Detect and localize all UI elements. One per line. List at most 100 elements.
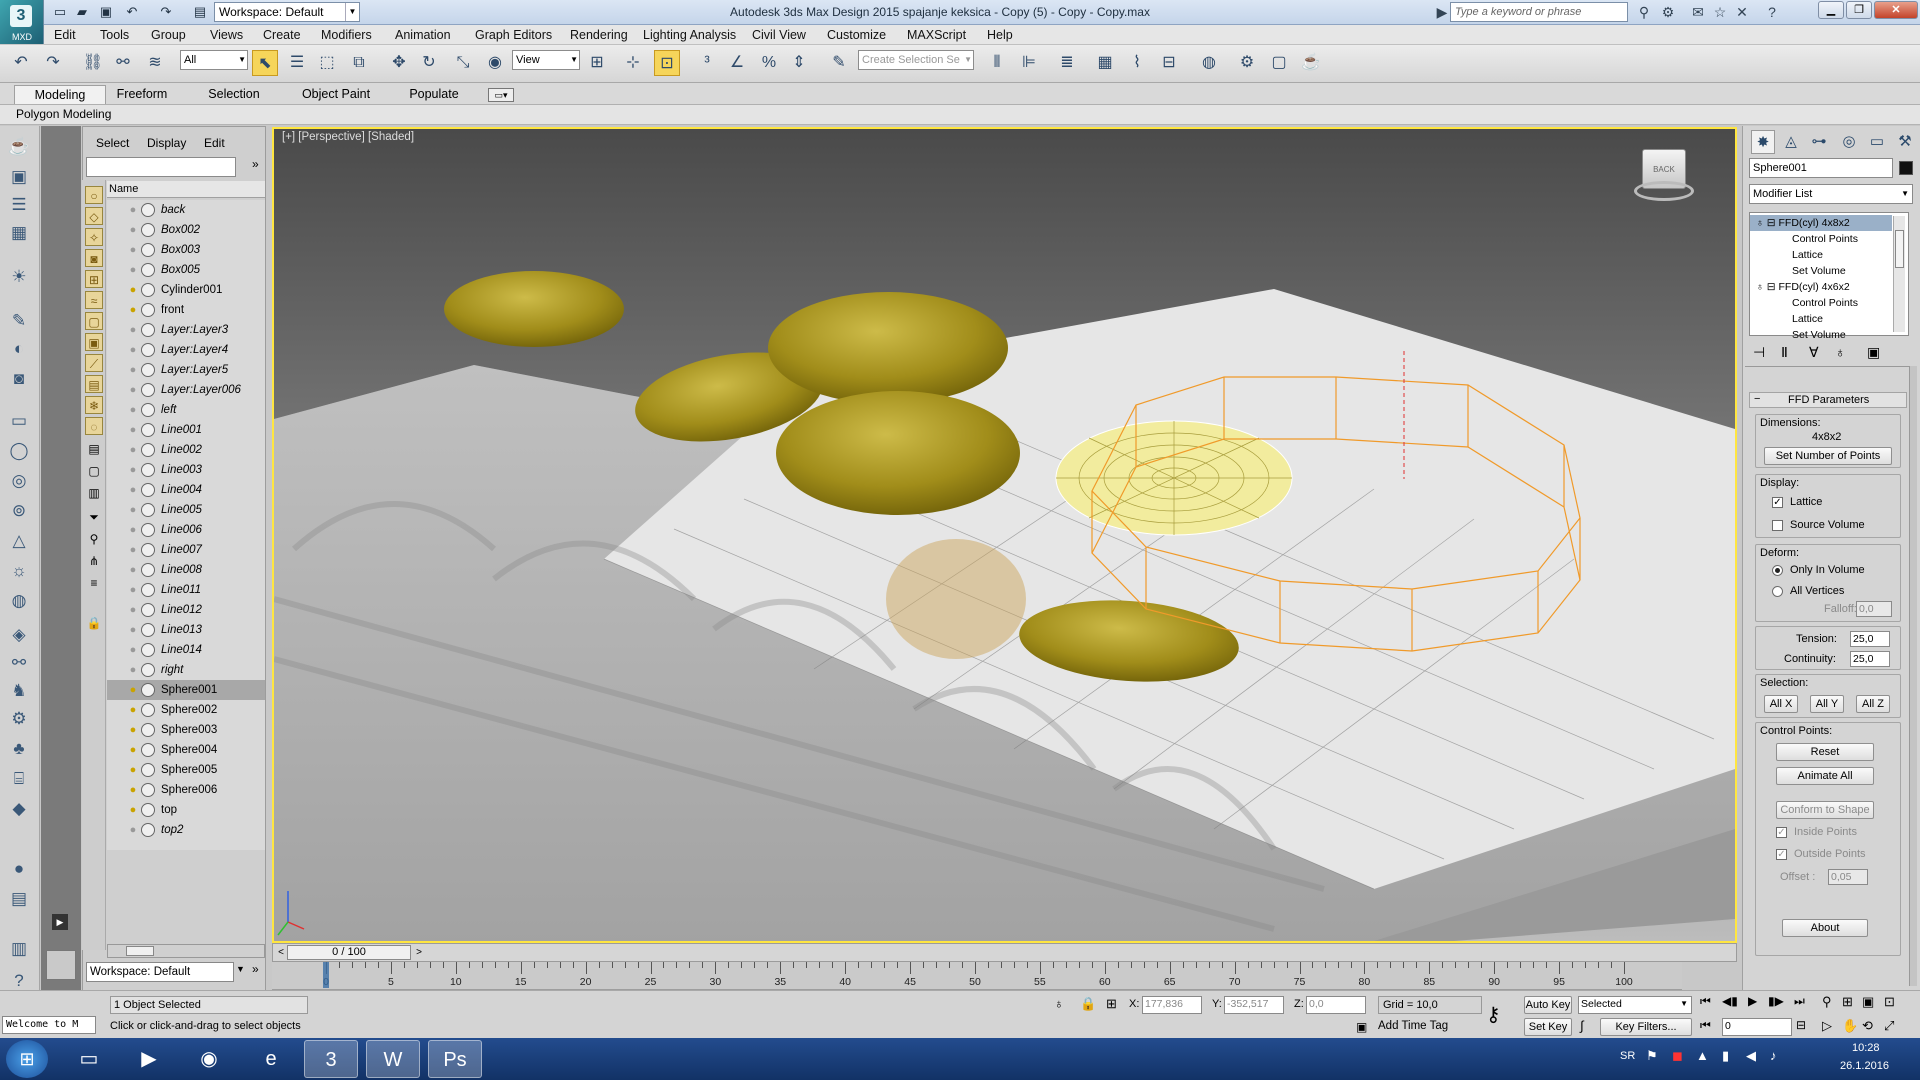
schematic-view-icon[interactable]: ⊟: [1156, 50, 1182, 76]
add-time-tag-button[interactable]: Add Time Tag: [1378, 1020, 1448, 1032]
timeline-current-frame-marker[interactable]: [323, 962, 329, 988]
tension-spinner[interactable]: 25,0: [1850, 631, 1890, 647]
grid-panel-icon[interactable]: ▦: [5, 220, 33, 246]
edit-named-selection-icon[interactable]: ✎: [826, 50, 852, 76]
redo-icon[interactable]: ↷: [156, 2, 176, 22]
render-icon[interactable]: ◙: [5, 366, 33, 392]
freeze-toggle-icon[interactable]: [141, 303, 155, 317]
sort-icon[interactable]: ≡: [85, 576, 103, 594]
stack-subobject-item[interactable]: Lattice: [1750, 311, 1892, 327]
select-manipulate-icon[interactable]: ⊹: [620, 50, 646, 76]
go-to-end-icon[interactable]: ⏭: [1794, 994, 1805, 1009]
paint-brush-icon[interactable]: ✎: [5, 308, 33, 334]
freeze-toggle-icon[interactable]: [141, 323, 155, 337]
teapot-icon[interactable]: ☕: [5, 134, 33, 160]
freeze-toggle-icon[interactable]: [141, 443, 155, 457]
tray-arrow-icon[interactable]: ▲: [1696, 1048, 1709, 1063]
go-to-start-icon[interactable]: ⏮: [1700, 994, 1711, 1009]
freeze-toggle-icon[interactable]: [141, 383, 155, 397]
field-of-view-icon[interactable]: ▷: [1822, 1018, 1832, 1034]
freeze-toggle-icon[interactable]: [141, 803, 155, 817]
light-icon[interactable]: ☀: [5, 264, 33, 290]
configure-modifier-sets-icon[interactable]: ▣: [1867, 344, 1880, 361]
falloff-spinner[interactable]: 0,0: [1856, 601, 1892, 617]
list-item[interactable]: ● Line006: [107, 520, 265, 540]
key-mode-dropdown[interactable]: Selected ▼: [1578, 996, 1692, 1014]
menu-edit[interactable]: Edit: [54, 25, 76, 45]
visibility-bulb-icon[interactable]: ●: [127, 683, 139, 697]
menu-lighting-analysis[interactable]: Lighting Analysis: [643, 25, 736, 45]
list-item[interactable]: ● right: [107, 660, 265, 680]
visibility-bulb-icon[interactable]: ●: [127, 763, 139, 777]
explorer-menu-edit[interactable]: Edit: [204, 136, 225, 150]
visibility-bulb-icon[interactable]: ●: [127, 223, 139, 237]
list-item[interactable]: ● Layer:Layer4: [107, 340, 265, 360]
list-item[interactable]: ● Line011: [107, 580, 265, 600]
visibility-bulb-icon[interactable]: ●: [127, 543, 139, 557]
tab-object-paint[interactable]: Object Paint: [294, 85, 378, 104]
modifier-toggle-icon[interactable]: ♁ ⊟: [1756, 217, 1779, 229]
menu-views[interactable]: Views: [210, 25, 243, 45]
modifier-list-dropdown[interactable]: Modifier List ▼: [1749, 184, 1913, 204]
cone-icon[interactable]: △: [5, 528, 33, 554]
new-file-icon[interactable]: ▭: [50, 2, 70, 22]
list-item[interactable]: ● Line008: [107, 560, 265, 580]
maxscript-listener[interactable]: Welcome to M: [2, 1016, 96, 1034]
exchange-icon[interactable]: ✕: [1732, 2, 1752, 22]
cylinder-icon[interactable]: ◎: [5, 468, 33, 494]
freeze-toggle-icon[interactable]: [141, 203, 155, 217]
list-item[interactable]: ● front: [107, 300, 265, 320]
filter-frozen-icon[interactable]: ❄: [85, 396, 103, 414]
list-item[interactable]: ● Line004: [107, 480, 265, 500]
freeze-toggle-icon[interactable]: [141, 463, 155, 477]
freeze-toggle-icon[interactable]: [141, 223, 155, 237]
calculator-icon[interactable]: ▤: [5, 886, 33, 912]
menu-modifiers[interactable]: Modifiers: [321, 25, 372, 45]
rectangular-selection-icon[interactable]: ⬚: [314, 50, 340, 76]
freeze-toggle-icon[interactable]: [141, 343, 155, 357]
stairs-icon[interactable]: ⌸: [5, 766, 33, 792]
freeze-toggle-icon[interactable]: [141, 643, 155, 657]
list-item[interactable]: ● Box002: [107, 220, 265, 240]
make-unique-icon[interactable]: ∀: [1809, 344, 1819, 361]
list-item[interactable]: ● Sphere002: [107, 700, 265, 720]
select-children-icon[interactable]: ⋔: [85, 554, 103, 572]
freeze-toggle-icon[interactable]: [141, 723, 155, 737]
redo-icon[interactable]: ↷: [40, 50, 66, 76]
layer-manager-icon[interactable]: ≣: [1054, 50, 1080, 76]
visibility-bulb-icon[interactable]: ●: [127, 663, 139, 677]
freeze-toggle-icon[interactable]: [141, 743, 155, 757]
object-name-field[interactable]: Sphere001: [1749, 158, 1893, 178]
display-none-icon[interactable]: ▢: [85, 464, 103, 482]
character-icon[interactable]: ♞: [5, 678, 33, 704]
play-icon[interactable]: ▶: [52, 914, 68, 930]
stack-subobject-item[interactable]: Set Volume: [1750, 327, 1892, 343]
menu-tools[interactable]: Tools: [100, 25, 129, 45]
start-button[interactable]: ⊞: [6, 1040, 48, 1078]
reference-coordinate-dropdown[interactable]: View ▼: [512, 50, 580, 70]
menu-maxscript[interactable]: MAXScript: [907, 25, 966, 45]
list-item[interactable]: ● top: [107, 800, 265, 820]
zoom-extents-icon[interactable]: ▣: [1862, 994, 1874, 1010]
y-coordinate-field[interactable]: -352,517: [1224, 996, 1284, 1014]
menu-customize[interactable]: Customize: [827, 25, 886, 45]
select-object-icon[interactable]: ⬉: [252, 50, 278, 76]
create-panel-tab[interactable]: ✸: [1751, 130, 1775, 154]
freeze-toggle-icon[interactable]: [141, 403, 155, 417]
command-panel-scrollbar[interactable]: [1909, 366, 1917, 986]
visibility-bulb-icon[interactable]: ●: [127, 723, 139, 737]
explorer-workspace-dropdown[interactable]: Workspace: Default: [86, 962, 234, 982]
visibility-bulb-icon[interactable]: ●: [127, 743, 139, 757]
menu-rendering[interactable]: Rendering: [570, 25, 628, 45]
place-icon[interactable]: ◉: [482, 50, 508, 76]
about-button[interactable]: About: [1782, 919, 1868, 937]
visibility-bulb-icon[interactable]: ●: [127, 263, 139, 277]
absolute-mode-icon[interactable]: ⊞: [1106, 996, 1117, 1012]
menu-graph-editors[interactable]: Graph Editors: [475, 25, 552, 45]
favorites-star-icon[interactable]: ☆: [1710, 2, 1730, 22]
binoculars-icon[interactable]: ⚲: [1634, 2, 1654, 22]
visibility-bulb-icon[interactable]: ●: [127, 283, 139, 297]
explorer-taskbar-icon[interactable]: ▭: [62, 1040, 116, 1078]
minimize-button[interactable]: ▁: [1818, 1, 1844, 19]
viewcube-compass-ring[interactable]: [1634, 181, 1694, 201]
